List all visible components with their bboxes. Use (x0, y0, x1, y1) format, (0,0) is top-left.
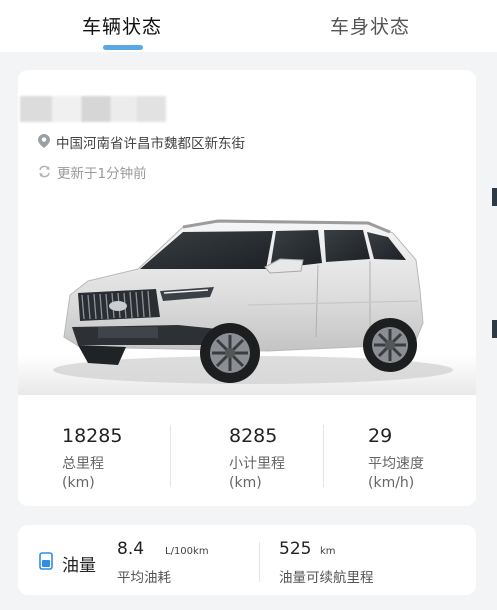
stat-label: 小计里程 (229, 456, 285, 472)
stat-value: 29 (368, 425, 393, 447)
stat-unit: (km/h) (368, 475, 415, 491)
stat-unit: (km) (229, 475, 262, 491)
location-row: 中国河南省许昌市魏都区新东街 (38, 132, 245, 152)
fuel-range-label: 油量可续航里程 (279, 570, 374, 586)
avg-consumption-unit: L/100km (165, 546, 209, 557)
stat-unit: (km) (62, 475, 95, 491)
stat-average-speed: 29 平均速度 (km/h) (368, 425, 424, 491)
avg-consumption-label: 平均油耗 (117, 570, 171, 586)
stats-row: 18285 总里程 (km) 8285 小计里程 (km) 29 平均速度 (k… (18, 425, 476, 495)
fuel-gauge-icon (39, 552, 53, 574)
edge-marker (492, 188, 497, 206)
vehicle-card: 中国河南省许昌市魏都区新东街 更新于1分钟前 18285 总里程 (km) 82… (18, 70, 476, 506)
fuel-title: 油量 (62, 556, 96, 576)
location-pin-icon (38, 133, 50, 152)
stat-label: 平均速度 (368, 456, 424, 472)
stat-trip-mileage: 8285 小计里程 (km) (229, 425, 285, 491)
update-row: 更新于1分钟前 (38, 162, 147, 182)
tab-body-status[interactable]: 车身状态 (330, 12, 410, 39)
divider (323, 425, 324, 487)
divider (170, 425, 171, 487)
stat-total-mileage: 18285 总里程 (km) (62, 425, 122, 491)
fuel-range-value: 525 (279, 539, 312, 559)
fuel-card: 油量 8.4 L/100km 平均油耗 525 km 油量可续航里程 (18, 525, 476, 595)
avg-consumption-value: 8.4 (117, 539, 145, 559)
stat-value: 18285 (62, 425, 123, 447)
edge-marker (492, 320, 497, 338)
active-tab-indicator (103, 45, 143, 50)
vehicle-image (18, 205, 476, 395)
divider (259, 542, 260, 582)
stat-value: 8285 (229, 425, 278, 447)
tab-vehicle-status[interactable]: 车辆状态 (82, 12, 162, 39)
update-time-text: 更新于1分钟前 (57, 166, 147, 182)
stat-label: 总里程 (62, 456, 104, 472)
license-plate-blurred (20, 96, 166, 122)
fuel-range-unit: km (320, 546, 336, 557)
tab-bar: 车辆状态 车身状态 (0, 0, 497, 52)
refresh-icon[interactable] (38, 163, 51, 182)
location-text: 中国河南省许昌市魏都区新东街 (56, 136, 245, 152)
